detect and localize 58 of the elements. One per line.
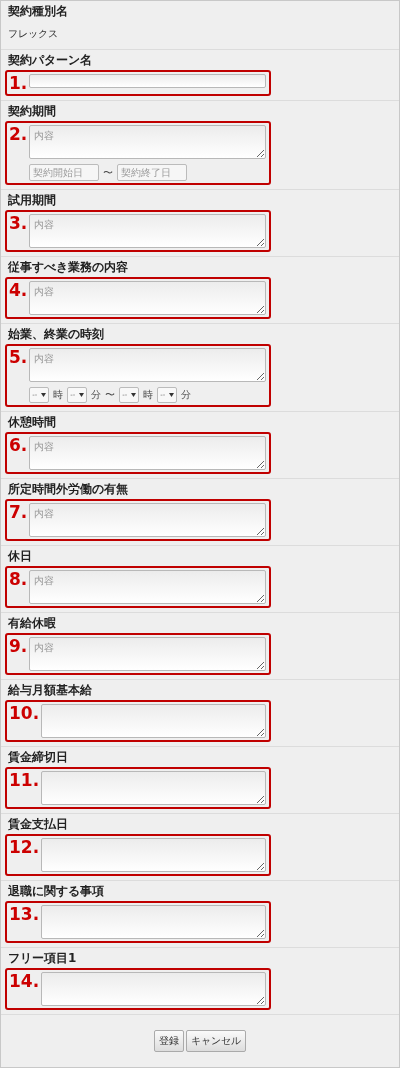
range-separator: 〜: [103, 166, 114, 179]
text-area[interactable]: [41, 771, 266, 805]
field-label: 有給休暇: [8, 616, 57, 631]
field-label: 休日: [8, 549, 33, 564]
caret-icon: [41, 393, 47, 397]
annotation-number: 9.: [9, 637, 28, 655]
field-label: 始業、終業の時刻: [8, 327, 105, 342]
field-label: フリー項目1: [8, 951, 78, 966]
annotation-number: 1.: [9, 74, 28, 92]
unit-label: 〜: [105, 389, 116, 401]
field-label: 賃金締切日: [8, 750, 69, 765]
field-label: 賃金支払日: [8, 817, 69, 832]
annotation-number: 8.: [9, 570, 28, 588]
text-area[interactable]: 内容: [29, 436, 266, 470]
field-label: 退職に関する事項: [8, 884, 105, 899]
annotation-number: 14.: [9, 972, 40, 990]
field-label: 所定時間外労働の有無: [8, 482, 129, 497]
text-area[interactable]: 内容: [29, 348, 266, 382]
annotation-number: 4.: [9, 281, 28, 299]
text-area[interactable]: 内容: [29, 503, 266, 537]
field-value: フレックス: [8, 27, 59, 41]
caret-icon: [169, 393, 175, 397]
date-field[interactable]: 契約開始日: [29, 164, 100, 181]
annotation-number: 12.: [9, 838, 40, 856]
field-label: 契約パターン名: [8, 53, 93, 68]
date-field[interactable]: 契約終了日: [117, 164, 188, 181]
field-label: 給与月額基本給: [8, 683, 93, 698]
text-area[interactable]: [41, 972, 266, 1006]
annotation-number: 6.: [9, 436, 28, 454]
cancel-button[interactable]: キャンセル: [186, 1030, 246, 1052]
field-label: 契約種別名: [8, 4, 69, 19]
caret-icon: [79, 393, 85, 397]
text-area[interactable]: 内容: [29, 214, 266, 248]
input-field[interactable]: [29, 74, 266, 88]
text-area[interactable]: 内容: [29, 637, 266, 671]
field-label: 従事すべき業務の内容: [8, 260, 129, 275]
field-label: 休憩時間: [8, 415, 57, 430]
text-area[interactable]: 内容: [29, 125, 266, 159]
annotation-number: 13.: [9, 905, 40, 923]
unit-label: 時: [143, 389, 154, 401]
annotation-number: 2.: [9, 125, 28, 143]
text-area[interactable]: [41, 704, 266, 738]
text-area[interactable]: [41, 838, 266, 872]
annotation-number: 3.: [9, 214, 28, 232]
field-label: 契約期間: [8, 104, 57, 119]
unit-label: 時: [53, 389, 64, 401]
annotation-number: 11.: [9, 771, 40, 789]
annotation-number: 5.: [9, 348, 28, 366]
unit-label: 分: [181, 389, 192, 401]
annotation-number: 10.: [9, 704, 40, 722]
text-area[interactable]: 内容: [29, 570, 266, 604]
annotation-number: 7.: [9, 503, 28, 521]
caret-icon: [131, 393, 137, 397]
field-label: 試用期間: [8, 193, 57, 208]
register-button[interactable]: 登録: [154, 1030, 184, 1052]
unit-label: 分: [91, 389, 102, 401]
text-area[interactable]: [41, 905, 266, 939]
text-area[interactable]: 内容: [29, 281, 266, 315]
